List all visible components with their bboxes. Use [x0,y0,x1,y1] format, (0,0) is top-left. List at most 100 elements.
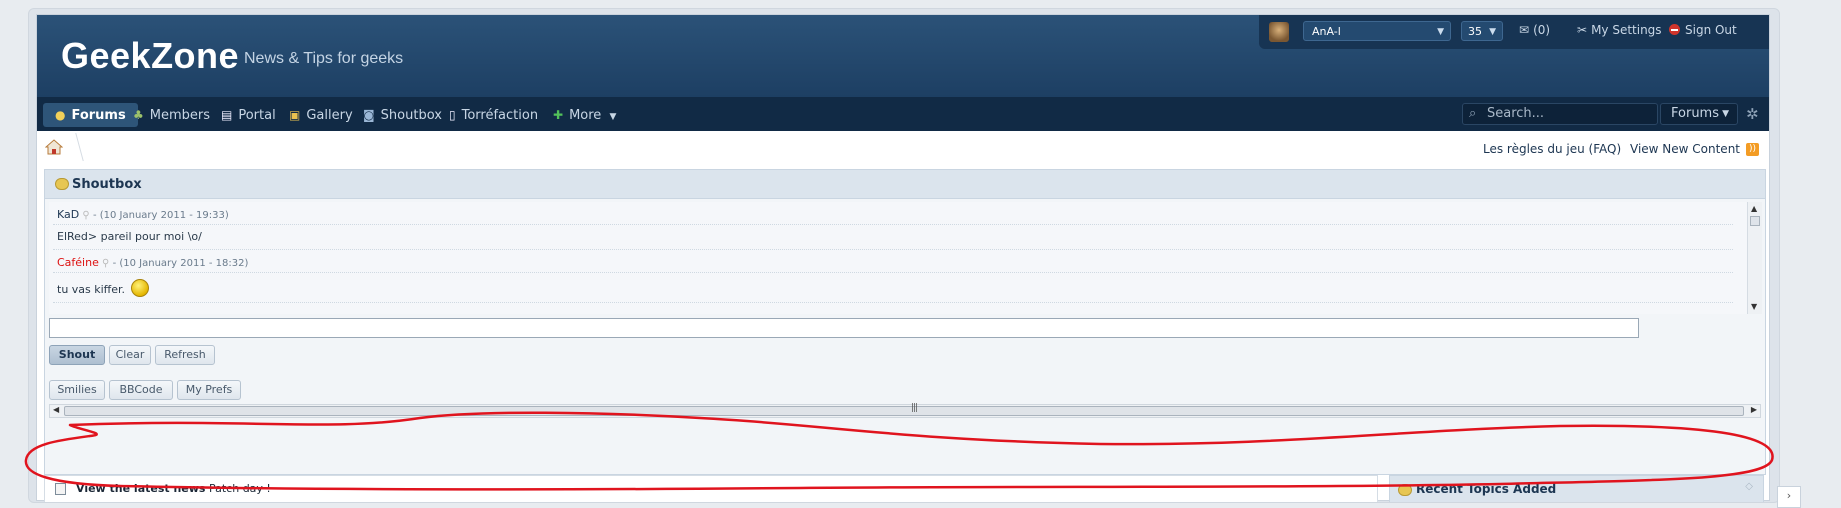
nav-item-more[interactable]: ✚ More ▼ [545,103,624,127]
username: AnA-l [1312,25,1341,38]
bbcode-button[interactable]: BBCode [109,380,173,400]
main-nav: ● Forums ♣ Members ▤ Portal ▣ Gallery ◙ Shout… [37,97,1769,131]
tools-icon: ✂ [1577,23,1588,37]
scroll-down-icon[interactable]: ▼ [1751,302,1757,311]
nav-label: Torréfaction [461,108,539,123]
nav-item-shoutbox[interactable]: ◙ Shoutbox [355,103,450,127]
shoutbox-title: Shoutbox [72,177,142,192]
shoutbox-header: Shoutbox [45,170,1765,199]
chat-bubble-icon [55,178,69,190]
messages-count: (0) [1533,23,1551,37]
page: GeekZone News & Tips for geeks AnA-l ▼ 3… [36,14,1770,502]
chevron-down-icon: ▼ [609,112,617,122]
chat-bubble-icon [1398,484,1412,496]
shout-input[interactable] [49,318,1639,338]
breadcrumb: Les règles du jeu (FAQ) View New Content… [37,131,1769,165]
nav-item-forums[interactable]: ● Forums [43,103,138,127]
settings-label: My Settings [1591,23,1662,37]
message-meta: KaD ⚲ - (10 January 2011 - 19:33) [57,208,229,221]
message-user[interactable]: KaD [57,208,79,221]
pin-icon: ⚲ [82,210,90,221]
notifications-select[interactable]: 35 ▼ [1461,21,1503,41]
sidebar-toggle[interactable]: › [1777,486,1801,508]
new-content-link[interactable]: View New Content [1630,142,1740,156]
members-icon: ♣ [133,108,144,122]
notifications-count: 35 [1468,25,1482,38]
breadcrumb-separator [65,133,84,161]
message-divider [53,249,1733,250]
message-meta: Caféine ⚲ - (10 January 2011 - 18:32) [57,256,248,269]
message-user[interactable]: Caféine [57,256,99,269]
mail-icon: ✉ [1519,23,1530,37]
nav-label: Members [149,108,211,123]
site-header: GeekZone News & Tips for geeks AnA-l ▼ 3… [37,15,1769,97]
message-date: - (10 January 2011 - 18:32) [112,258,249,269]
horizontal-scrollbar[interactable]: ◀ ||| ▶ [49,403,1761,418]
settings-link[interactable]: ✂ My Settings [1577,23,1662,37]
scroll-right-icon[interactable]: ▶ [1751,405,1757,414]
recent-topics-header: Recent Topics Added ◇ [1389,475,1764,502]
grip-icon: ||| [911,403,918,413]
message-text: ElRed> pareil pour moi \o/ [57,230,202,243]
message-divider [53,272,1733,273]
gear-icon[interactable]: ✲ [1746,105,1759,123]
search-input[interactable]: ⌕ Search... [1462,103,1658,125]
scroll-left-icon[interactable]: ◀ [53,405,59,414]
signout-link[interactable]: Sign Out [1669,23,1737,37]
smilies-button[interactable]: Smilies [49,380,105,400]
message-text: tu vas kiffer. [57,279,149,297]
home-icon[interactable] [45,139,63,155]
chevron-down-icon: ▼ [1722,109,1729,119]
scroll-thumb[interactable]: ||| [64,403,1744,416]
scroll-up-icon[interactable]: ▲ [1751,204,1757,213]
messages-link[interactable]: ✉ (0) [1519,23,1550,37]
search-icon: ⌕ [1469,106,1477,121]
rss-icon[interactable]: )) [1746,143,1759,156]
user-menu[interactable]: AnA-l ▼ [1303,21,1451,41]
clear-button[interactable]: Clear [109,345,151,365]
refresh-button[interactable]: Refresh [155,345,215,365]
shoutbox-log[interactable]: KaD ⚲ - (10 January 2011 - 19:33) ElRed>… [49,202,1755,314]
latest-news-link[interactable]: View the latest news [76,482,205,495]
message-divider [53,224,1733,225]
nav-label: Shoutbox [380,108,442,123]
signout-icon [1669,24,1680,35]
nav-label: Forums [71,108,126,123]
nav-label: More [569,108,602,123]
shoutbox-icon: ◙ [363,108,375,122]
collapse-icon[interactable]: ◇ [1745,481,1753,492]
gallery-icon: ▣ [289,108,301,122]
prefs-button[interactable]: My Prefs [177,380,241,400]
nav-item-gallery[interactable]: ▣ Gallery [281,103,361,127]
avatar[interactable] [1269,22,1289,42]
signout-label: Sign Out [1685,23,1737,37]
smiley-icon [130,279,149,297]
faq-link[interactable]: Les règles du jeu (FAQ) [1483,142,1621,156]
message-divider [53,302,1733,303]
forums-icon: ● [55,108,66,122]
shoutbox-panel: Shoutbox KaD ⚲ - (10 January 2011 - 19:3… [44,169,1766,475]
latest-news-label[interactable]: View the latest news Patch day ! [76,482,271,495]
nav-item-members[interactable]: ♣ Members [125,103,218,127]
search-placeholder: Search... [1487,106,1545,121]
site-logo[interactable]: GeekZone [61,35,239,77]
shout-button[interactable]: Shout [49,345,105,365]
message-body: tu vas kiffer. [57,283,126,296]
page-icon: ▯ [449,108,456,122]
nav-label: Gallery [306,108,353,123]
plus-icon: ✚ [553,108,564,122]
chevron-down-icon: ▼ [1437,27,1444,37]
nav-item-portal[interactable]: ▤ Portal [213,103,284,127]
recent-topics-title: Recent Topics Added [1416,482,1557,496]
scroll-thumb[interactable] [1750,216,1760,226]
vertical-scrollbar[interactable]: ▲ ▼ [1747,202,1762,314]
pin-icon: ⚲ [102,258,110,269]
search-scope-value: Forums [1671,106,1719,121]
latest-news-text: Patch day ! [208,482,271,495]
portal-icon: ▤ [221,108,233,122]
nav-label: Portal [238,108,276,123]
search-scope-select[interactable]: Forums ▼ [1660,103,1738,125]
nav-item-torrefaction[interactable]: ▯ Torréfaction [441,103,546,127]
message-date: - (10 January 2011 - 19:33) [92,210,229,221]
news-icon [55,483,66,495]
